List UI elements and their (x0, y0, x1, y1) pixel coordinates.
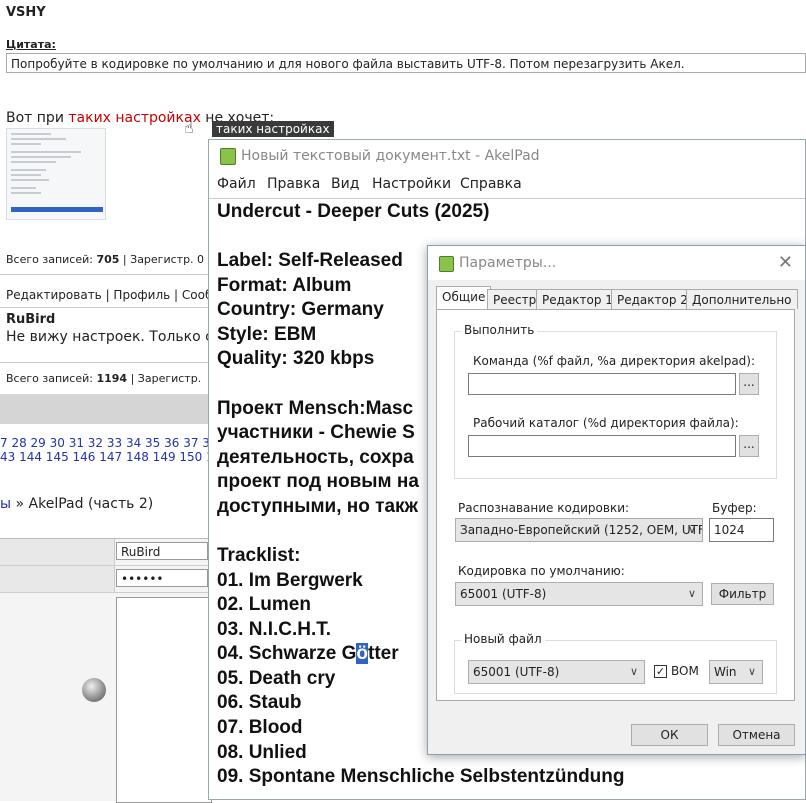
tab-editor2[interactable]: Редактор 2 (611, 289, 694, 309)
akelpad-title: Новый текстовый документ.txt - AkelPad (241, 148, 540, 164)
password-input[interactable]: •••••• (116, 569, 208, 587)
author-stats: Всего записей: 705 | Зарегистр. 0 (6, 253, 205, 266)
hand-cursor-icon: ☝ (184, 118, 194, 137)
parameters-dialog: Параметры... ✕ Общие Реестр Редактор 1 Р… (427, 245, 806, 755)
bom-checkbox[interactable]: ✓ (654, 665, 667, 678)
text-line: 01. Im Bergwerk (217, 570, 363, 591)
tab-advanced[interactable]: Дополнительно (686, 289, 798, 309)
breadcrumb-current: » AkelPad (часть 2) (11, 496, 154, 512)
page-links-row1[interactable]: 7 28 29 30 31 32 33 34 35 36 37 38 3 (0, 436, 210, 450)
post-actions[interactable]: Редактировать | Профиль | Сообщ (6, 288, 224, 302)
divider (0, 307, 210, 308)
text-line: Quality: 320 kbps (217, 348, 375, 369)
breadcrumb: ы » AkelPad (часть 2) (0, 496, 153, 512)
command-label: Команда (%f файл, %a директория akelpad)… (473, 354, 756, 368)
menu-edit[interactable]: Правка (267, 176, 320, 192)
chevron-down-icon: ∨ (747, 665, 756, 678)
dialog-title: Параметры... (459, 255, 557, 271)
detect-encoding-label: Распознавание кодировки: (458, 501, 630, 515)
notepad-icon (220, 148, 236, 165)
run-group-label: Выполнить (461, 323, 538, 337)
workdir-input[interactable] (468, 435, 736, 457)
quote-box: Попробуйте в кодировке по умолчанию и дл… (6, 53, 806, 73)
bom-label: BOM (671, 664, 699, 678)
command-browse-button[interactable]: ... (739, 373, 759, 395)
menu-file[interactable]: Файл (217, 176, 256, 192)
reply-form: RuBird •••••• (0, 538, 212, 803)
text-line: участники - Chewie S (217, 422, 415, 443)
reply-text: Не вижу настроек. Только с (6, 329, 213, 345)
newfile-group-label: Новый файл (461, 632, 545, 646)
text-line: 02. Lumen (217, 594, 311, 615)
menu-help[interactable]: Справка (460, 176, 522, 192)
selected-char: ö (356, 643, 369, 664)
breadcrumb-link[interactable]: ы (0, 496, 11, 512)
text-line: 04. Schwarze Götter (217, 643, 399, 664)
menu-settings[interactable]: Настройки (372, 176, 451, 192)
divider (0, 274, 210, 275)
reply-author[interactable]: RuBird (6, 312, 55, 327)
text-line: 07. Blood (217, 717, 303, 738)
close-icon[interactable]: ✕ (778, 252, 793, 273)
buffer-label: Буфер: (712, 501, 757, 515)
text-line: Tracklist: (217, 545, 301, 566)
message-textarea[interactable] (116, 597, 212, 803)
chevron-down-icon: ∨ (687, 587, 696, 600)
detect-encoding-select[interactable]: Западно-Европейский (1252, OEM, UTF-8 ∨ (455, 518, 703, 542)
text-line: Format: Album (217, 275, 352, 296)
text-line: Label: Self-Released (217, 250, 403, 271)
text-line: 06. Staub (217, 692, 302, 713)
text-line: проект под новым на (217, 471, 419, 492)
reply-stats: Всего записей: 1194 | Зарегистр. (6, 372, 202, 385)
text-line: доступными, но такж (217, 496, 419, 517)
akelpad-titlebar[interactable]: Новый текстовый документ.txt - AkelPad (209, 140, 805, 172)
newline-select[interactable]: Win ∨ (709, 660, 763, 684)
command-input[interactable] (468, 373, 736, 395)
password-label-cell (0, 566, 115, 592)
chevron-down-icon: ∨ (629, 665, 638, 678)
login-input[interactable]: RuBird (116, 542, 208, 560)
settings-link[interactable]: таких настройках (68, 110, 200, 126)
dialog-titlebar[interactable]: Параметры... ✕ (428, 246, 805, 280)
newfile-encoding-select[interactable]: 65001 (UTF-8) ∨ (468, 660, 645, 684)
tab-registry[interactable]: Реестр (487, 289, 543, 309)
default-encoding-label: Кодировка по умолчанию: (458, 564, 625, 578)
filter-button[interactable]: Фильтр (711, 583, 774, 605)
post-author[interactable]: VSHY (6, 5, 46, 20)
post-prefix: Вот при (6, 110, 69, 126)
login-label-cell (0, 539, 115, 565)
text-line: Проект Mensch:Masc (217, 398, 414, 419)
quote-label: Цитата: (6, 38, 56, 51)
tab-editor1[interactable]: Редактор 1 (536, 289, 619, 309)
nav-bar (0, 394, 210, 424)
divider (0, 362, 210, 363)
cancel-button[interactable]: Отмена (718, 724, 795, 746)
app-icon (439, 256, 454, 272)
text-line: Undercut - Deeper Cuts (2025) (217, 201, 490, 222)
text-line: 05. Death cry (217, 668, 336, 689)
ok-button[interactable]: ОК (631, 724, 708, 746)
text-line: 03. N.I.C.H.T. (217, 619, 332, 640)
password-row: •••••• (0, 566, 210, 593)
screenshot-thumbnail[interactable] (6, 128, 106, 220)
chevron-down-icon: ∨ (687, 523, 696, 536)
page-links-row2[interactable]: 43 144 145 146 147 148 149 150 151 (0, 450, 210, 464)
general-tab-panel: Выполнить Команда (%f файл, %a директори… (436, 309, 795, 701)
default-encoding-select[interactable]: 65001 (UTF-8) ∨ (455, 582, 703, 606)
menu-view[interactable]: Вид (331, 176, 359, 192)
buffer-input[interactable]: 1024 (709, 518, 774, 542)
text-line: 09. Spontane Menschliche Selbstentzündun… (217, 766, 625, 787)
login-row: RuBird (0, 539, 210, 566)
tab-general[interactable]: Общие (436, 286, 492, 310)
text-line: деятельность, сохра (217, 447, 414, 468)
text-line: Style: EBM (217, 324, 317, 345)
status-orb-icon (82, 678, 106, 702)
workdir-label: Рабочий каталог (%d директория файла): (473, 416, 739, 430)
text-line: Country: Germany (217, 299, 384, 320)
link-tooltip: таких настройках (212, 121, 334, 137)
akelpad-menubar: Файл Правка Вид Настройки Справка (209, 172, 805, 198)
workdir-browse-button[interactable]: ... (739, 435, 759, 457)
text-line: 08. Unlied (217, 742, 307, 763)
